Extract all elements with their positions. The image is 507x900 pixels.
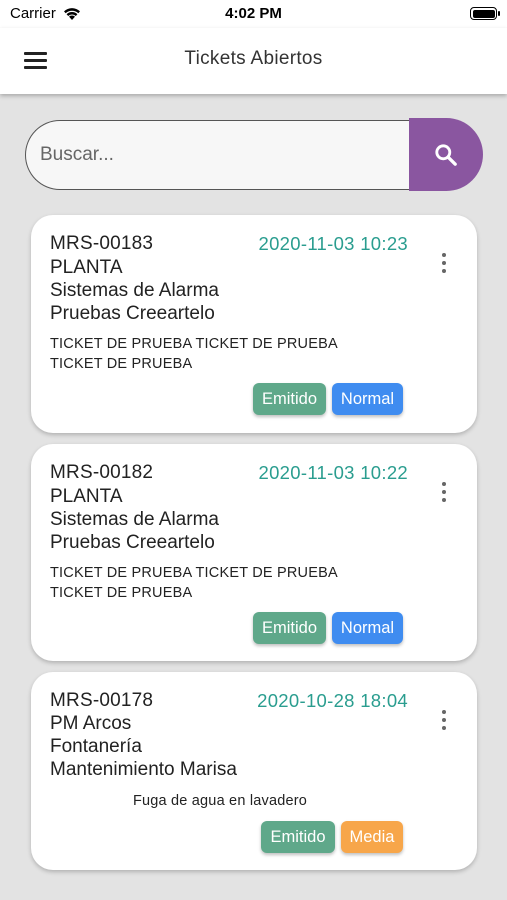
- search-button[interactable]: [409, 118, 483, 191]
- ticket-code: MRS-00178: [50, 690, 154, 711]
- ticket-card[interactable]: MRS-00178 2020-10-28 18:04 PM Arcos Font…: [31, 672, 477, 870]
- ticket-code: MRS-00183: [50, 233, 154, 254]
- ticket-card[interactable]: MRS-00183 2020-11-03 10:23 PLANTA Sistem…: [31, 215, 477, 433]
- ticket-code: MRS-00182: [50, 462, 154, 483]
- ticket-datetime: 2020-11-03 10:23: [258, 233, 408, 254]
- ticket-category: Fontanería: [50, 736, 142, 757]
- priority-badge: Normal: [332, 383, 403, 415]
- battery-icon: [470, 7, 500, 20]
- clock: 4:02 PM: [225, 5, 282, 22]
- ticket-description-line: TICKET DE PRUEBA TICKET DE PRUEBA: [50, 336, 338, 352]
- priority-badge: Media: [341, 821, 403, 853]
- ticket-card[interactable]: MRS-00182 2020-11-03 10:22 PLANTA Sistem…: [31, 444, 477, 661]
- ticket-description-line: TICKET DE PRUEBA TICKET DE PRUEBA: [50, 565, 338, 581]
- status-badge: Emitido: [253, 383, 326, 415]
- app-bar: Tickets Abiertos: [0, 28, 507, 94]
- status-badge: Emitido: [261, 821, 335, 853]
- ticket-title: Pruebas Creeartelo: [50, 303, 215, 324]
- ticket-category: Sistemas de Alarma: [50, 509, 219, 530]
- ticket-description: Fuga de agua en lavadero: [50, 791, 390, 811]
- ticket-location: PLANTA: [50, 257, 123, 278]
- search-icon: [435, 143, 457, 166]
- ticket-title: Mantenimiento Marisa: [50, 759, 237, 780]
- ticket-description-line: Fuga de agua en lavadero: [132, 793, 308, 809]
- ticket-description: TICKET DE PRUEBA TICKET DE PRUEBA TICKET…: [50, 563, 390, 603]
- search-bar: [25, 118, 483, 191]
- status-badge: Emitido: [253, 612, 326, 644]
- ticket-datetime: 2020-10-28 18:04: [257, 690, 408, 711]
- ticket-title: Pruebas Creeartelo: [50, 532, 215, 553]
- ticket-location: PM Arcos: [50, 713, 132, 734]
- search-input[interactable]: [25, 120, 425, 190]
- more-options-icon[interactable]: [437, 708, 451, 732]
- ticket-description: TICKET DE PRUEBA TICKET DE PRUEBA TICKET…: [50, 334, 390, 374]
- more-options-icon[interactable]: [437, 480, 451, 504]
- priority-badge: Normal: [332, 612, 403, 644]
- more-options-icon[interactable]: [437, 251, 451, 275]
- ticket-category: Sistemas de Alarma: [50, 280, 219, 301]
- ticket-location: PLANTA: [50, 486, 123, 507]
- ticket-description-line: TICKET DE PRUEBA: [50, 356, 193, 372]
- status-bar: Carrier 4:02 PM: [0, 0, 507, 28]
- ticket-datetime: 2020-11-03 10:22: [258, 462, 408, 483]
- page-title: Tickets Abiertos: [184, 48, 323, 69]
- ticket-description-line: TICKET DE PRUEBA: [50, 585, 193, 601]
